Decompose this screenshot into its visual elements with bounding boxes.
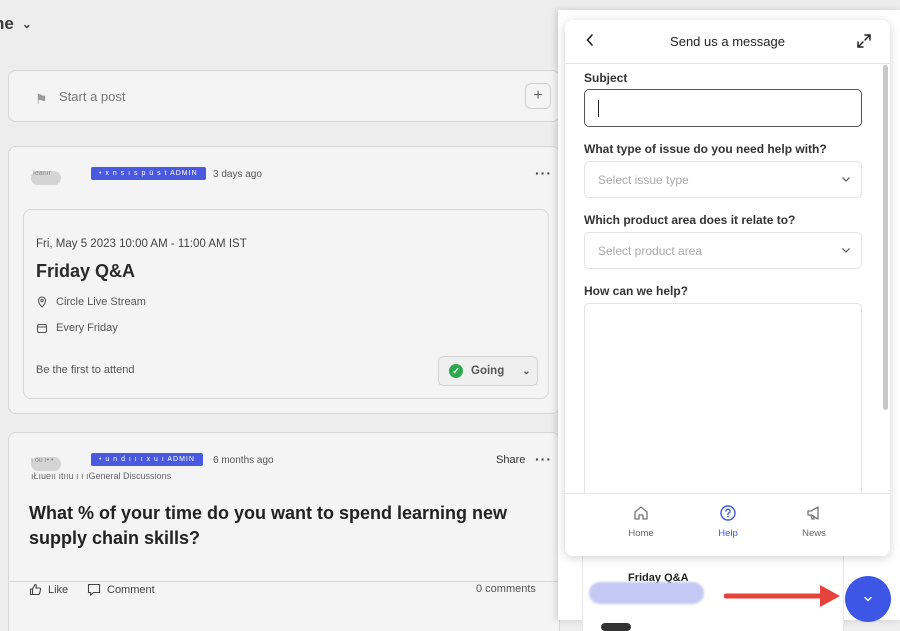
issue-type-select[interactable]: Select issue type <box>584 161 862 198</box>
more-options-icon[interactable]: ··· <box>535 451 552 467</box>
space-title-text: ne <box>0 14 14 33</box>
annotation-arrow-icon <box>724 585 840 607</box>
comment-label: Comment <box>107 583 155 596</box>
calendar-repeat-icon <box>36 323 48 334</box>
nav-news[interactable]: News <box>784 504 844 539</box>
widget-scrollbar[interactable] <box>883 65 888 410</box>
nav-home-label: Home <box>628 528 654 539</box>
author-name[interactable]: ıeanır <box>33 170 51 177</box>
subject-input[interactable] <box>584 89 862 127</box>
issue-type-placeholder: Select issue type <box>598 173 689 187</box>
product-area-label: Which product area does it relate to? <box>584 213 796 227</box>
nav-home[interactable]: Home <box>611 504 671 539</box>
widget-title: Send us a message <box>670 34 785 49</box>
post-time: 6 months ago <box>213 455 274 466</box>
chevron-down-icon <box>842 177 850 182</box>
comments-count[interactable]: 0 comments <box>476 583 536 595</box>
space-title[interactable]: ne ⌄ <box>0 14 32 34</box>
contact-widget: Send us a message Subject What type of i… <box>565 20 890 556</box>
nav-help[interactable]: Help <box>698 504 758 539</box>
like-button[interactable]: Like <box>29 583 68 596</box>
post-title[interactable]: What % of your time do you want to spend… <box>29 501 549 551</box>
message-form: Subject What type of issue do you need h… <box>565 65 890 503</box>
post-time: 3 days ago <box>213 169 262 180</box>
blurred-avatar <box>601 623 631 631</box>
thumbs-up-icon <box>29 583 42 596</box>
event-title[interactable]: Friday Q&A <box>36 261 135 282</box>
chevron-down-icon <box>842 248 850 253</box>
location-pin-icon <box>37 296 47 308</box>
issue-type-label: What type of issue do you need help with… <box>584 142 827 156</box>
event-date: Fri, May 5 2023 10:00 AM - 11:00 AM IST <box>36 238 247 250</box>
event-details[interactable]: Fri, May 5 2023 10:00 AM - 11:00 AM IST … <box>23 209 549 399</box>
question-post: ı ou ı• • • u n d ı ı ı x u ı ADMIN 6 mo… <box>8 432 561 631</box>
nav-news-label: News <box>802 528 826 539</box>
help-icon <box>720 505 736 521</box>
like-label: Like <box>48 583 69 596</box>
chevron-down-icon: ⌄ <box>522 365 531 377</box>
subject-label: Subject <box>584 71 628 85</box>
help-label: How can we help? <box>584 284 689 298</box>
post-space[interactable]: ıŁıueıı ıtııu ı ı ıGeneral Discussions <box>31 471 171 481</box>
close-widget-button[interactable] <box>845 576 891 622</box>
home-icon <box>634 506 648 520</box>
start-post-label: Start a post <box>59 89 126 104</box>
megaphone-icon <box>807 506 819 520</box>
blurred-content <box>589 582 704 604</box>
product-area-placeholder: Select product area <box>598 244 703 258</box>
text-cursor <box>598 100 599 117</box>
rsvp-going-button[interactable]: ✓ Going ⌄ <box>438 356 538 386</box>
attendees-text: Be the first to attend <box>36 364 135 376</box>
product-area-select[interactable]: Select product area <box>584 232 862 269</box>
widget-header: Send us a message <box>565 20 890 64</box>
event-location-text: Circle Live Stream <box>56 296 146 308</box>
chevron-down-icon: ⌄ <box>21 17 32 31</box>
event-location: Circle Live Stream <box>36 296 146 308</box>
comment-button[interactable]: Comment <box>87 583 155 596</box>
event-recurrence-text: Every Friday <box>56 322 118 334</box>
check-icon: ✓ <box>449 364 463 378</box>
admin-badge: • x n s ı s p ü s t ADMIN <box>91 167 206 180</box>
more-options-icon[interactable]: ··· <box>535 165 552 181</box>
event-post: ıeanır • x n s ı s p ü s t ADMIN 3 days … <box>8 146 560 414</box>
admin-badge: • u n d ı ı ı x u ı ADMIN <box>91 453 203 466</box>
expand-icon[interactable] <box>855 32 873 50</box>
chevron-down-icon <box>864 596 872 602</box>
help-textarea[interactable] <box>584 303 862 503</box>
nav-help-label: Help <box>718 528 738 539</box>
rsvp-label: Going <box>471 365 505 377</box>
author-name[interactable]: ı ou ı• • <box>31 457 53 464</box>
start-post-box[interactable]: ⚑ Start a post + <box>8 70 560 122</box>
megaphone-icon: ⚑ <box>35 91 48 107</box>
comment-icon <box>87 583 101 596</box>
add-post-button[interactable]: + <box>525 83 551 109</box>
event-recurrence: Every Friday <box>36 322 118 334</box>
widget-bottom-nav: Home Help News <box>565 493 890 556</box>
share-button[interactable]: Share <box>496 454 525 466</box>
